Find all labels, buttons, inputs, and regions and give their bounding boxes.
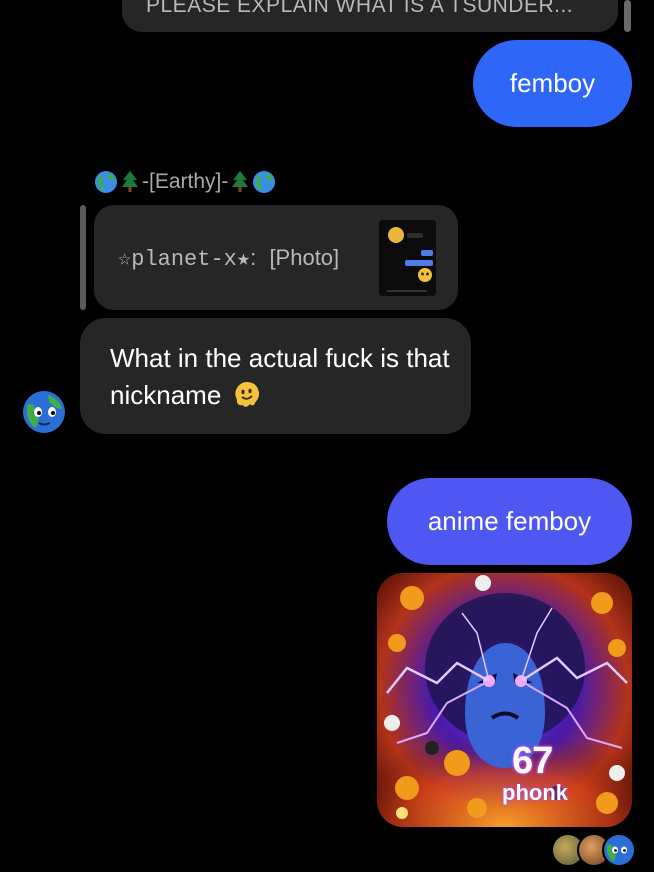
- reply-sender-name: -[Earthy]-: [142, 170, 229, 193]
- previous-message-bubble[interactable]: PLEASE EXPLAIN WHAT IS A TSUNDER...: [122, 0, 618, 32]
- previous-message-text: PLEASE EXPLAIN WHAT IS A TSUNDER...: [146, 0, 574, 17]
- quoted-message-card[interactable]: ☆planet-x★: [Photo]: [94, 205, 458, 310]
- evergreen-tree-icon: [232, 171, 249, 192]
- globe-icon: [95, 171, 117, 193]
- photo-overlay-word: phonk: [502, 780, 568, 805]
- received-message-bubble[interactable]: What in the actual fuck is that nickname: [80, 318, 471, 434]
- reply-sender-label[interactable]: -[Earthy]-: [94, 170, 276, 194]
- evergreen-tree-icon: [122, 171, 138, 192]
- received-message-line: What in the actual fuck is that nickname: [110, 340, 455, 414]
- quoted-sender-name: ☆planet-x★: [118, 247, 251, 272]
- seen-by-earth-avatar[interactable]: [602, 833, 636, 867]
- quoted-message-line: ☆planet-x★: [Photo]: [118, 245, 339, 272]
- earth-avatar[interactable]: [22, 390, 66, 434]
- thumbnail-chat-screenshot: [379, 220, 436, 296]
- sent-message-text: anime femboy: [427, 506, 592, 536]
- quoted-photo-thumbnail[interactable]: [379, 220, 436, 296]
- scrollbar[interactable]: [624, 0, 631, 32]
- quoted-separator: :: [250, 245, 257, 270]
- sent-message-bubble[interactable]: anime femboy: [387, 478, 632, 565]
- received-message-text: What in the actual fuck is that nickname: [110, 343, 450, 410]
- sent-message-bubble[interactable]: femboy: [473, 40, 632, 127]
- sent-message-text: femboy: [509, 68, 596, 98]
- globe-icon: [253, 171, 276, 193]
- reply-indicator-bar: [80, 205, 86, 310]
- quoted-content: [Photo]: [269, 245, 340, 270]
- photo-overlay-number: 67: [512, 740, 553, 782]
- melting-face-emoji: [234, 382, 259, 407]
